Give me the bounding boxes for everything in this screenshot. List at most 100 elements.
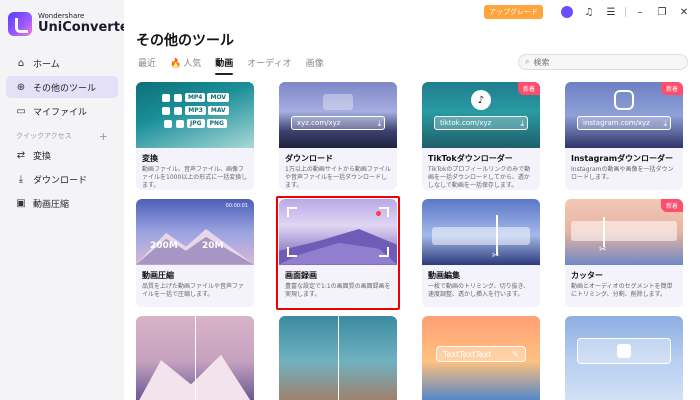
minimize-icon[interactable]: –: [632, 4, 648, 20]
download-icon: ⤓: [18, 173, 24, 185]
download-arrow-icon: ⤓: [520, 119, 524, 128]
sidebar-item-label: マイファイル: [33, 107, 88, 118]
card-thumbnail: 00:00:01 200M 20M: [136, 199, 254, 265]
home-icon: ⌂: [17, 57, 25, 69]
uniconverter-logo-icon: [8, 12, 32, 36]
menu-icon[interactable]: ☰: [603, 4, 619, 20]
card-description: 動画ファイル、音声ファイル、画像ファイルを1000以上の形式に一括変換します。: [142, 166, 248, 190]
close-icon[interactable]: ✕: [676, 4, 692, 20]
sidebar: Wondershare UniConverter ⌂ ホーム ⊕ その他のツール…: [0, 0, 135, 400]
card-title: 動画編集: [428, 271, 460, 280]
search-input[interactable]: [533, 57, 664, 67]
file-icon: ▭: [16, 105, 26, 117]
watermark-icon: [617, 344, 631, 358]
instagram-logo-icon: [614, 90, 634, 110]
card-description: Instagramの動画や画像を一括ダウンロードします。: [571, 166, 674, 182]
url-input-illustration: instagram.com/xyz: [577, 116, 671, 130]
sidebar-item-label: その他のツール: [33, 83, 97, 94]
new-badge: 新着: [660, 199, 683, 212]
category-tabs: 最近 🔥 人気 動画 オーディオ 画像: [138, 56, 338, 75]
size-from-label: 200M: [150, 241, 178, 251]
tab-recent[interactable]: 最近: [138, 56, 156, 73]
sidebar-item-label: 変換: [33, 151, 52, 162]
compress-icon: ▣: [16, 197, 26, 209]
scissors-icon: ✂: [599, 245, 607, 255]
tab-image[interactable]: 画像: [306, 56, 324, 73]
quick-access-section: クイックアクセス +: [6, 128, 118, 144]
new-badge: 新着: [517, 82, 540, 95]
tool-card-instagram-downloader[interactable]: 新着 instagram.com/xyz ⤓ Instagramダウンローダー …: [565, 82, 683, 190]
card-title: カッター: [571, 271, 603, 280]
download-arrow-icon: ⤓: [663, 119, 667, 128]
tool-card-cutter[interactable]: 新着 ✂ カッター 動画とオーディオのセグメントを簡単にトリミング、分割、削除し…: [565, 199, 683, 307]
tab-popular[interactable]: 🔥 人気: [170, 56, 201, 73]
card-thumbnail: [279, 316, 397, 400]
card-thumbnail: [136, 316, 254, 400]
tool-card-row3-3[interactable]: TextTextText ✎: [422, 316, 540, 400]
card-thumbnail: MP4 MOV MP3 MAV JPG PNG: [136, 82, 254, 148]
quick-access-label: クイックアクセス: [16, 132, 72, 140]
headset-icon[interactable]: ♫: [581, 4, 597, 20]
main-panel: アップグレード ♫ ☰ – ❐ ✕ その他のツール 最近 🔥 人気 動画 オーディ…: [124, 0, 700, 400]
selection-highlight: [276, 196, 400, 310]
brand-name: UniConverter: [38, 19, 136, 35]
size-to-label: 20M: [202, 241, 224, 251]
tool-card-tiktok-downloader[interactable]: 新着 ♪ tiktok.com/xyz ⤓ TikTokダウンローダー TikT…: [422, 82, 540, 190]
sidebar-item-label: 動画圧縮: [33, 199, 70, 210]
tool-card-video-editor[interactable]: ✂ 動画編集 一枚で動画のトリミング、切り抜き、速度調整、透かし挿入を行います。: [422, 199, 540, 307]
tool-card-row3-1[interactable]: [136, 316, 254, 400]
card-title: 動画圧縮: [142, 271, 174, 280]
card-thumbnail: xyz.com/xyz ⤓: [279, 82, 397, 148]
sidebar-item-other-tools[interactable]: ⊕ その他のツール: [6, 76, 118, 98]
tab-audio[interactable]: オーディオ: [247, 56, 291, 73]
text-sample-illustration: TextTextText ✎: [436, 346, 526, 362]
video-timestamp: 00:00:01: [225, 203, 248, 209]
sidebar-item-my-files[interactable]: ▭ マイファイル: [6, 100, 118, 122]
timeline-illustration: [432, 227, 530, 245]
sidebar-item-label: ホーム: [33, 59, 60, 70]
scissors-icon: ✂: [492, 251, 500, 261]
search-box[interactable]: ⌕: [518, 54, 688, 70]
new-badge: 新着: [660, 82, 683, 95]
playhead: [496, 215, 498, 255]
add-quick-access-icon[interactable]: +: [99, 130, 108, 143]
title-bar: アップグレード ♫ ☰ – ❐ ✕: [484, 4, 692, 20]
tab-video[interactable]: 動画: [215, 56, 234, 75]
card-title: TikTokダウンローダー: [428, 154, 513, 163]
tool-card-convert[interactable]: MP4 MOV MP3 MAV JPG PNG 変換 動画ファイル、音声ファイル、画像…: [136, 82, 254, 190]
page-title: その他のツール: [136, 33, 234, 49]
sidebar-nav: ⌂ ホーム ⊕ その他のツール ▭ マイファイル クイックアクセス + ⇄ 変換…: [6, 52, 118, 216]
card-thumbnail: TextTextText ✎: [422, 316, 540, 400]
card-description: TikTokのプロフィールリンクのみで動画を一括ダウンロードしてから、透かしなし…: [428, 166, 531, 190]
card-description: 1万以上の動画サイトから動画ファイルや音声ファイルを一括ダウンロードします。: [285, 166, 391, 190]
maximize-icon[interactable]: ❐: [654, 4, 670, 20]
clip-strip-illustration: [571, 221, 677, 241]
sidebar-item-home[interactable]: ⌂ ホーム: [6, 52, 118, 74]
tool-card-download[interactable]: xyz.com/xyz ⤓ ダウンロード 1万以上の動画サイトから動画ファイルや…: [279, 82, 397, 190]
search-icon: ⌕: [525, 57, 530, 66]
tool-card-row3-2[interactable]: [279, 316, 397, 400]
pencil-icon: ✎: [512, 349, 519, 359]
card-thumbnail: [565, 316, 683, 400]
media-icons: [323, 94, 353, 110]
title-bar-divider: [625, 7, 626, 17]
compare-divider: [338, 316, 339, 400]
tool-card-video-compress[interactable]: 00:00:01 200M 20M 動画圧縮 品質を上げた動画ファイルや音声ファ…: [136, 199, 254, 307]
convert-icon: ⇄: [16, 149, 26, 161]
sidebar-item-compress[interactable]: ▣ 動画圧縮: [6, 192, 118, 214]
tools-icon: ⊕: [16, 81, 26, 93]
tool-card-row3-4[interactable]: [565, 316, 683, 400]
card-description: 一枚で動画のトリミング、切り抜き、速度調整、透かし挿入を行います。: [428, 283, 530, 299]
url-input-illustration: xyz.com/xyz: [291, 116, 385, 130]
sidebar-item-label: ダウンロード: [33, 175, 88, 186]
card-title: ダウンロード: [285, 154, 333, 163]
upgrade-button[interactable]: アップグレード: [484, 5, 543, 19]
tiktok-logo-icon: ♪: [471, 90, 491, 110]
card-thumbnail: ✂: [422, 199, 540, 265]
account-avatar-icon[interactable]: [559, 4, 575, 20]
fire-icon: 🔥: [170, 59, 182, 69]
sidebar-item-convert[interactable]: ⇄ 変換: [6, 144, 118, 166]
card-title: 変換: [142, 154, 158, 163]
sidebar-item-download[interactable]: ⤓ ダウンロード: [6, 168, 118, 190]
cut-marker: [603, 217, 605, 247]
